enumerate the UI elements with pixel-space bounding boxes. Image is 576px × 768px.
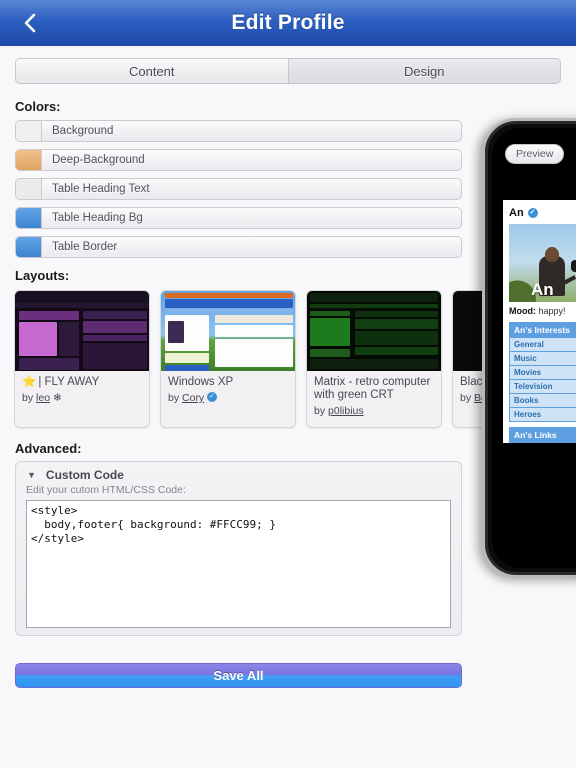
layout-name-row: ⭐ | FLY AWAY bbox=[22, 376, 142, 389]
interest-label: Movies bbox=[509, 365, 576, 380]
phone-preview-frame: Preview An An Mood: happy! bbox=[482, 118, 576, 578]
color-label: Table Heading Text bbox=[52, 183, 150, 195]
tab-design[interactable]: Design bbox=[287, 59, 560, 83]
advanced-section-title: Advanced: bbox=[15, 441, 82, 456]
layout-author-link[interactable]: leo bbox=[36, 392, 50, 404]
page-title: Edit Profile bbox=[231, 11, 345, 34]
links-title: An's Links bbox=[509, 427, 576, 443]
layout-card[interactable]: Windows XP by Cory bbox=[160, 290, 296, 428]
custom-code-accordion-header[interactable]: ▼ Custom Code bbox=[16, 462, 461, 484]
profile-name: An bbox=[509, 207, 524, 219]
save-all-button[interactable]: Save All bbox=[15, 663, 462, 688]
interest-label: General bbox=[509, 337, 576, 352]
layout-author-link[interactable]: Cory bbox=[182, 392, 204, 404]
interests-table: An's Interests General Co ph Gu Music M … bbox=[509, 322, 576, 422]
mood-label: Mood: bbox=[509, 306, 536, 316]
color-row-table-border[interactable]: Table Border bbox=[15, 236, 462, 258]
profile-mood: Mood: happy! bbox=[509, 306, 576, 316]
chevron-left-icon bbox=[23, 12, 37, 34]
layout-author-row: by p0libius bbox=[314, 405, 434, 417]
phone-screen: Preview An An Mood: happy! bbox=[492, 128, 576, 568]
layout-thumbnail bbox=[15, 291, 149, 371]
color-row-table-heading-bg[interactable]: Table Heading Bg bbox=[15, 207, 462, 229]
color-swatch[interactable] bbox=[16, 208, 42, 228]
layout-meta: ⭐ | FLY AWAY by leo ❄ bbox=[15, 371, 149, 427]
table-row: General Co ph Gu bbox=[509, 337, 576, 352]
color-label: Deep-Background bbox=[52, 154, 145, 166]
layout-name: | FLY AWAY bbox=[38, 376, 100, 388]
snowflake-icon: ❄ bbox=[52, 392, 62, 404]
layout-author-row: by Cory bbox=[168, 391, 288, 404]
mood-value: happy! bbox=[538, 306, 566, 316]
custom-code-title: Custom Code bbox=[45, 468, 124, 482]
by-label: by bbox=[168, 392, 180, 404]
table-row: Television Ho bbox=[509, 379, 576, 394]
edit-profile-screen: Edit Profile Content Design Colors: Back… bbox=[0, 0, 576, 768]
back-button[interactable] bbox=[10, 0, 50, 46]
color-swatch[interactable] bbox=[16, 237, 42, 257]
profile-photo: An bbox=[509, 224, 576, 302]
microphone-icon bbox=[571, 260, 576, 272]
layout-name-row: Windows XP bbox=[168, 376, 288, 389]
layouts-section-title: Layouts: bbox=[15, 268, 70, 283]
triangle-down-icon[interactable]: ▼ bbox=[27, 470, 36, 480]
colors-section-title: Colors: bbox=[15, 99, 61, 114]
color-swatch[interactable] bbox=[16, 121, 42, 141]
by-label: by bbox=[314, 405, 326, 417]
layout-name: Matrix - retro computer with green CRT bbox=[314, 376, 431, 401]
color-row-table-heading-text[interactable]: Table Heading Text bbox=[15, 178, 462, 200]
custom-code-textarea[interactable]: <style> body,footer{ background: #FFCC99… bbox=[26, 500, 451, 628]
layout-meta: Matrix - retro computer with green CRT b… bbox=[307, 371, 441, 427]
layout-card[interactable]: Matrix - retro computer with green CRT b… bbox=[306, 290, 442, 428]
custom-code-panel: ▼ Custom Code Edit your cutom HTML/CSS C… bbox=[15, 461, 462, 636]
profile-preview-card: An An Mood: happy! An's bbox=[503, 200, 576, 443]
verified-check-icon bbox=[527, 207, 538, 218]
layout-meta: Windows XP by Cory bbox=[161, 371, 295, 427]
color-row-background[interactable]: Background bbox=[15, 120, 462, 142]
table-row: Music M al I'm bbox=[509, 351, 576, 366]
color-label: Table Border bbox=[52, 241, 118, 253]
navbar: Edit Profile bbox=[0, 0, 576, 46]
interest-label: Television bbox=[509, 379, 576, 394]
interests-title: An's Interests bbox=[509, 322, 576, 338]
layout-name: Windows XP bbox=[168, 376, 234, 388]
table-header-row: An's Interests bbox=[509, 322, 576, 338]
table-row: Books Bo re bbox=[509, 393, 576, 408]
star-icon: ⭐ bbox=[22, 376, 37, 388]
verified-check-icon bbox=[207, 391, 218, 402]
interest-label: Books bbox=[509, 393, 576, 408]
layout-author-link[interactable]: p0libius bbox=[328, 405, 364, 417]
table-row: Heroes To bbox=[509, 407, 576, 422]
layout-name-row: Matrix - retro computer with green CRT bbox=[314, 376, 434, 402]
by-label: by bbox=[22, 392, 34, 404]
layout-thumbnail bbox=[161, 291, 295, 371]
interest-label: Heroes bbox=[509, 407, 576, 422]
color-label: Background bbox=[52, 125, 114, 137]
tab-content[interactable]: Content bbox=[16, 59, 288, 83]
layout-thumbnail bbox=[307, 291, 441, 371]
tab-bar: Content Design bbox=[15, 58, 561, 84]
custom-code-subtitle: Edit your cutom HTML/CSS Code: bbox=[26, 484, 186, 496]
color-row-deep-background[interactable]: Deep-Background bbox=[15, 149, 462, 171]
by-label: by bbox=[460, 392, 472, 404]
color-swatch[interactable] bbox=[16, 150, 42, 170]
colors-list: Background Deep-Background Table Heading… bbox=[15, 120, 462, 265]
layout-author-row: by leo ❄ bbox=[22, 392, 142, 404]
layouts-carousel[interactable]: ⭐ | FLY AWAY by leo ❄ Windows XP by Cory… bbox=[14, 290, 492, 430]
color-swatch[interactable] bbox=[16, 179, 42, 199]
preview-button[interactable]: Preview bbox=[505, 144, 565, 164]
layout-card[interactable]: ⭐ | FLY AWAY by leo ❄ bbox=[14, 290, 150, 428]
table-row: Movies M bbox=[509, 365, 576, 380]
person-head bbox=[545, 247, 559, 262]
color-label: Table Heading Bg bbox=[52, 212, 143, 224]
interest-label: Music bbox=[509, 351, 576, 366]
photo-caption: An bbox=[531, 280, 554, 299]
profile-name-row: An bbox=[509, 207, 576, 219]
